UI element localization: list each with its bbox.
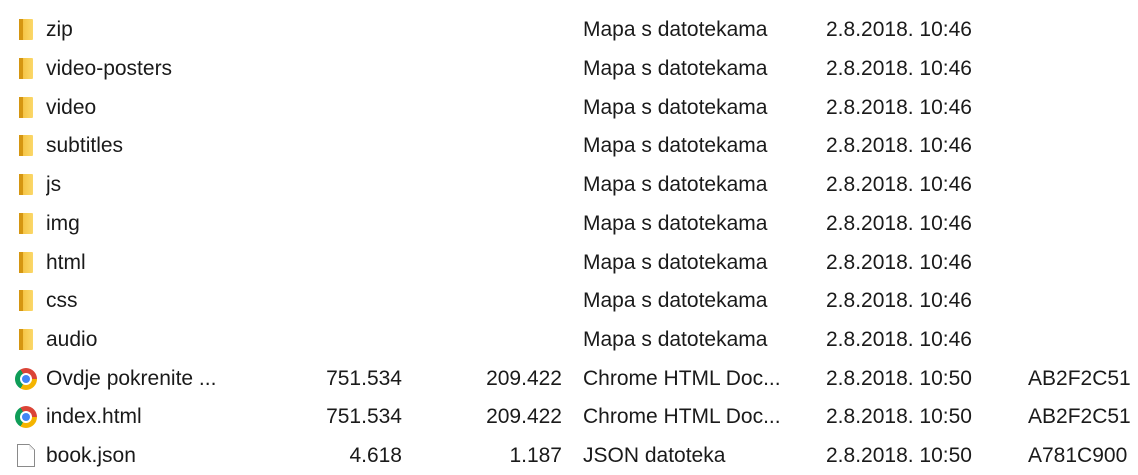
file-modified: 2.8.2018. 10:46 — [826, 212, 972, 235]
folder-icon — [10, 281, 42, 320]
chrome-icon — [10, 397, 42, 436]
file-size — [250, 243, 402, 282]
file-name: zip — [46, 18, 73, 41]
file-size — [250, 88, 402, 127]
file-crc — [1028, 165, 1138, 204]
file-crc: AB2F2C51 — [1028, 367, 1131, 390]
file-type: Mapa s datotekama — [583, 251, 768, 274]
list-item[interactable]: video Mapa s datotekama 2.8.2018. 10:46 — [0, 88, 1138, 127]
file-packed-size — [410, 320, 562, 359]
list-item[interactable]: img Mapa s datotekama 2.8.2018. 10:46 — [0, 204, 1138, 243]
folder-icon — [10, 10, 42, 49]
folder-icon — [10, 320, 42, 359]
file-name: Ovdje pokrenite ... — [46, 367, 217, 390]
file-name: html — [46, 251, 86, 274]
file-crc — [1028, 204, 1138, 243]
file-type: Mapa s datotekama — [583, 212, 768, 235]
file-icon — [10, 436, 42, 475]
file-crc — [1028, 49, 1138, 88]
file-packed-size — [410, 126, 562, 165]
file-packed-size — [410, 204, 562, 243]
file-name: video — [46, 96, 97, 119]
list-item[interactable]: zip Mapa s datotekama 2.8.2018. 10:46 — [0, 10, 1138, 49]
list-item[interactable]: audio Mapa s datotekama 2.8.2018. 10:46 — [0, 320, 1138, 359]
file-crc: AB2F2C51 — [1028, 405, 1131, 428]
folder-icon — [10, 165, 42, 204]
file-size — [250, 320, 402, 359]
file-size — [250, 10, 402, 49]
file-modified: 2.8.2018. 10:46 — [826, 289, 972, 312]
file-packed-size — [410, 49, 562, 88]
file-name: subtitles — [46, 134, 124, 157]
file-modified: 2.8.2018. 10:46 — [826, 251, 972, 274]
list-item[interactable]: html Mapa s datotekama 2.8.2018. 10:46 — [0, 243, 1138, 282]
file-modified: 2.8.2018. 10:46 — [826, 96, 972, 119]
file-modified: 2.8.2018. 10:50 — [826, 405, 972, 428]
list-item[interactable]: index.html 751.534 209.422 Chrome HTML D… — [0, 397, 1138, 436]
file-type: JSON datoteka — [583, 444, 726, 467]
file-type: Mapa s datotekama — [583, 96, 768, 119]
file-type: Mapa s datotekama — [583, 18, 768, 41]
list-item[interactable]: css Mapa s datotekama 2.8.2018. 10:46 — [0, 281, 1138, 320]
file-name: audio — [46, 328, 98, 351]
folder-icon — [10, 126, 42, 165]
file-name: video-posters — [46, 57, 173, 80]
file-packed-size — [410, 281, 562, 320]
file-modified: 2.8.2018. 10:46 — [826, 173, 972, 196]
file-modified: 2.8.2018. 10:46 — [826, 18, 972, 41]
file-name: index.html — [46, 405, 142, 428]
file-crc — [1028, 320, 1138, 359]
file-crc — [1028, 243, 1138, 282]
folder-icon — [10, 88, 42, 127]
file-crc — [1028, 281, 1138, 320]
file-packed-size — [410, 165, 562, 204]
file-modified: 2.8.2018. 10:46 — [826, 328, 972, 351]
file-crc — [1028, 126, 1138, 165]
file-name: img — [46, 212, 80, 235]
list-item[interactable]: book.json 4.618 1.187 JSON datoteka 2.8.… — [0, 436, 1138, 475]
list-item[interactable]: subtitles Mapa s datotekama 2.8.2018. 10… — [0, 126, 1138, 165]
file-modified: 2.8.2018. 10:46 — [826, 134, 972, 157]
file-size — [250, 126, 402, 165]
chrome-icon — [10, 359, 42, 398]
file-crc — [1028, 10, 1138, 49]
folder-icon — [10, 49, 42, 88]
file-packed-size: 209.422 — [486, 405, 562, 428]
file-packed-size: 209.422 — [486, 367, 562, 390]
file-size — [250, 165, 402, 204]
file-modified: 2.8.2018. 10:46 — [826, 57, 972, 80]
list-item[interactable]: Ovdje pokrenite ... 751.534 209.422 Chro… — [0, 359, 1138, 398]
file-crc: A781C900 — [1028, 444, 1128, 467]
file-crc — [1028, 88, 1138, 127]
file-type: Mapa s datotekama — [583, 134, 768, 157]
file-size — [250, 281, 402, 320]
file-type: Mapa s datotekama — [583, 57, 768, 80]
file-name: css — [46, 289, 78, 312]
file-type: Mapa s datotekama — [583, 328, 768, 351]
file-packed-size — [410, 10, 562, 49]
file-type: Mapa s datotekama — [583, 289, 768, 312]
file-packed-size — [410, 243, 562, 282]
file-modified: 2.8.2018. 10:50 — [826, 367, 972, 390]
file-size — [250, 204, 402, 243]
file-size: 4.618 — [349, 444, 402, 467]
file-type: Mapa s datotekama — [583, 173, 768, 196]
file-name: js — [46, 173, 62, 196]
file-packed-size: 1.187 — [509, 444, 562, 467]
folder-icon — [10, 243, 42, 282]
file-size: 751.534 — [326, 367, 402, 390]
file-size: 751.534 — [326, 405, 402, 428]
file-modified: 2.8.2018. 10:50 — [826, 444, 972, 467]
file-list: zip Mapa s datotekama 2.8.2018. 10:46 vi… — [0, 0, 1138, 475]
folder-icon — [10, 204, 42, 243]
list-item[interactable]: js Mapa s datotekama 2.8.2018. 10:46 — [0, 165, 1138, 204]
list-item[interactable]: video-posters Mapa s datotekama 2.8.2018… — [0, 49, 1138, 88]
file-type: Chrome HTML Doc... — [583, 367, 781, 390]
file-size — [250, 49, 402, 88]
file-packed-size — [410, 88, 562, 127]
file-type: Chrome HTML Doc... — [583, 405, 781, 428]
file-name: book.json — [46, 444, 136, 467]
